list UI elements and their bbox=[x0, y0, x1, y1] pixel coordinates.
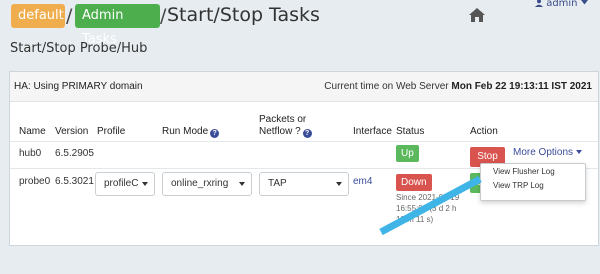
row-version: 6.5.3021 bbox=[55, 176, 94, 187]
col-packets-line1: Packets or bbox=[259, 114, 307, 125]
since-line: 16:55:01 (3 d 2 h bbox=[396, 204, 457, 213]
breadcrumb-separator: / bbox=[160, 5, 167, 27]
user-name: admin bbox=[546, 0, 578, 9]
col-action: Action bbox=[470, 126, 498, 137]
since-line: Since 2021-02-19 bbox=[396, 193, 460, 202]
col-status: Status bbox=[396, 126, 425, 137]
user-icon bbox=[535, 0, 543, 7]
chevron-down-icon bbox=[142, 182, 148, 186]
chevron-down-icon bbox=[336, 182, 342, 186]
tasks-panel: HA: Using PRIMARY domain Current time on… bbox=[9, 71, 599, 246]
chevron-down-icon bbox=[576, 150, 583, 154]
help-icon[interactable]: ? bbox=[210, 129, 220, 138]
since-line: 18 m 11 s) bbox=[396, 215, 434, 224]
menu-item-view-flusher-log[interactable]: View Flusher Log bbox=[493, 167, 555, 176]
col-packets-line2: Netflow ? bbox=[259, 126, 301, 137]
col-interface: Interface bbox=[353, 126, 392, 137]
home-icon[interactable] bbox=[468, 7, 486, 23]
run-mode-select[interactable]: online_rxring bbox=[162, 172, 252, 196]
clock-value: Mon Feb 22 19:13:11 IST 2021 bbox=[451, 81, 592, 92]
more-options-label: More Options bbox=[513, 147, 574, 158]
more-options-menu: View Flusher Log View TRP Log bbox=[480, 163, 586, 201]
col-run-mode: Run Mode? bbox=[162, 126, 220, 138]
server-clock: Current time on Web Server Mon Feb 22 19… bbox=[324, 81, 592, 92]
col-run-mode-label: Run Mode bbox=[162, 126, 209, 137]
divider bbox=[10, 141, 598, 142]
panel-title: HA: Using PRIMARY domain bbox=[14, 81, 143, 92]
profile-select[interactable]: profileC bbox=[95, 172, 155, 196]
breadcrumb-current: Start/Stop Tasks bbox=[167, 4, 320, 26]
page-title: Start/Stop Probe/Hub bbox=[10, 41, 148, 56]
col-packets: Packets or Netflow ?? bbox=[259, 114, 312, 138]
panel-header: HA: Using PRIMARY domain Current time on… bbox=[10, 72, 598, 102]
profile-select-value: profileC bbox=[104, 178, 139, 189]
col-profile: Profile bbox=[97, 126, 126, 137]
more-options-dropdown[interactable]: More Options bbox=[513, 147, 583, 158]
breadcrumb-admin-tasks[interactable]: Admin Tasks bbox=[75, 4, 160, 47]
col-version: Version bbox=[55, 126, 89, 137]
user-menu[interactable]: admin bbox=[535, 0, 588, 9]
top-bar: default / Admin Tasks / Start/Stop Tasks… bbox=[0, 0, 600, 47]
chevron-down-icon bbox=[580, 0, 588, 5]
status-badge: Up bbox=[396, 145, 419, 162]
packets-select-value: TAP bbox=[268, 178, 287, 189]
status-badge: Down bbox=[396, 174, 432, 191]
row-name: probe0 bbox=[19, 176, 51, 187]
run-mode-select-value: online_rxring bbox=[171, 178, 229, 189]
chevron-down-icon bbox=[239, 182, 245, 186]
interface-link[interactable]: em4 bbox=[353, 176, 372, 188]
help-icon[interactable]: ? bbox=[302, 129, 312, 138]
col-name: Name bbox=[19, 126, 46, 137]
row-name: hub0 bbox=[19, 148, 42, 159]
clock-label: Current time on Web Server bbox=[324, 81, 449, 92]
row-version: 6.5.2905 bbox=[55, 148, 94, 159]
menu-item-view-trp-log[interactable]: View TRP Log bbox=[493, 181, 544, 190]
packets-select[interactable]: TAP bbox=[259, 172, 349, 196]
status-since: Since 2021-02-19 16:55:01 (3 d 2 h 18 m … bbox=[396, 192, 459, 225]
breadcrumb-default[interactable]: default bbox=[11, 4, 65, 28]
breadcrumb-separator: / bbox=[66, 5, 73, 27]
